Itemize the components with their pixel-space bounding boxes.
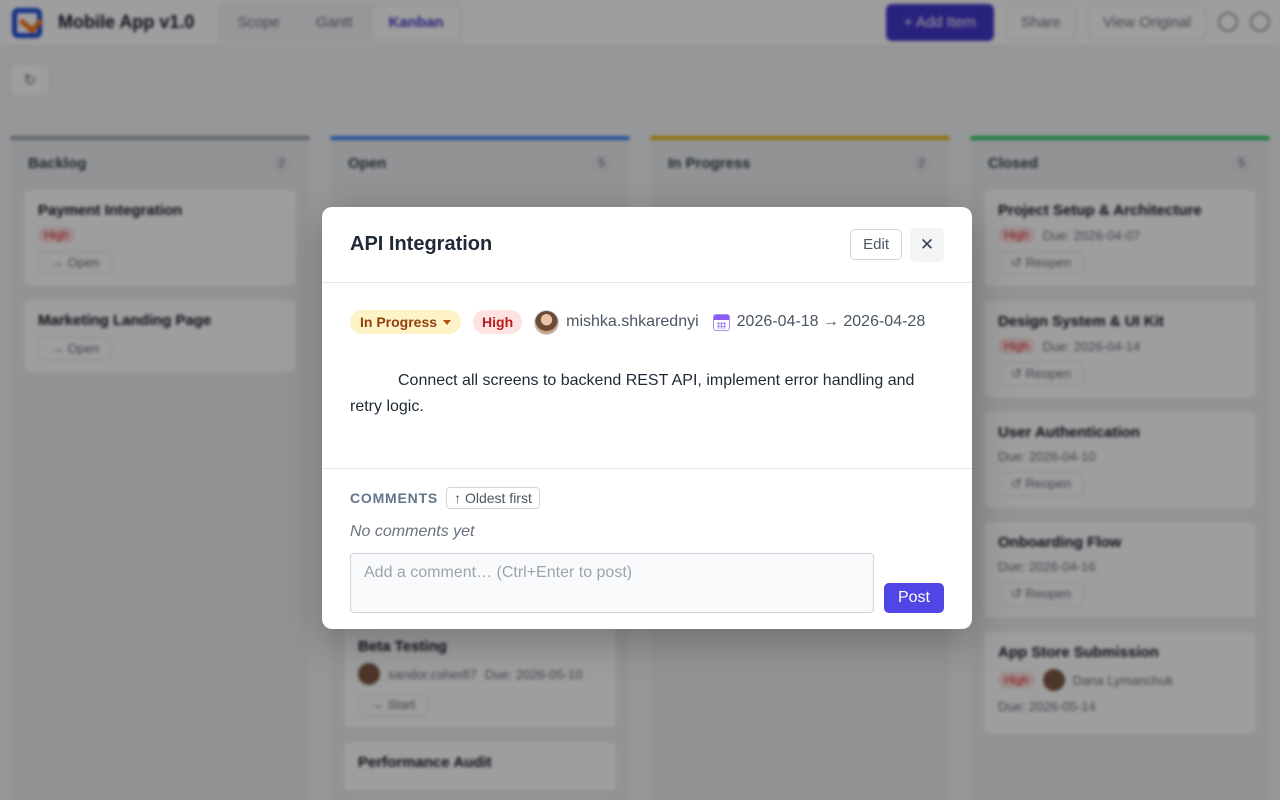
sort-order-button[interactable]: ↑ Oldest first [446,487,540,509]
date-range: 2026-04-18 → 2026-04-28 [712,313,926,331]
priority-badge: High [473,310,523,334]
modal-actions: Edit ✕ [850,227,944,262]
item-description: Connect all screens to backend REST API,… [350,372,915,415]
comment-input[interactable] [350,553,874,613]
comments-section: COMMENTS ↑ Oldest first No comments yet … [322,469,972,613]
status-dropdown[interactable]: In Progress [350,310,462,334]
empty-comments-text: No comments yet [350,523,475,540]
assignee-name: mishka.shkarednyi [566,313,699,330]
edit-button[interactable]: Edit [850,229,902,260]
item-detail-modal: API Integration Edit ✕ In Progress High … [322,207,972,629]
comments-heading: COMMENTS [350,490,439,506]
chevron-down-icon [443,319,452,325]
avatar [534,309,560,335]
item-meta: In Progress High mishka.shkarednyi 2026-… [322,283,972,340]
modal-title: API Integration [350,233,493,255]
assignee: mishka.shkarednyi [534,309,699,335]
post-comment-button[interactable]: Post [883,583,944,613]
date-range-text: 2026-04-18 → 2026-04-28 [736,313,926,330]
status-label: In Progress [360,314,438,330]
modal-header: API Integration Edit ✕ [322,207,972,283]
close-icon[interactable]: ✕ [910,227,944,262]
calendar-icon [712,313,730,331]
